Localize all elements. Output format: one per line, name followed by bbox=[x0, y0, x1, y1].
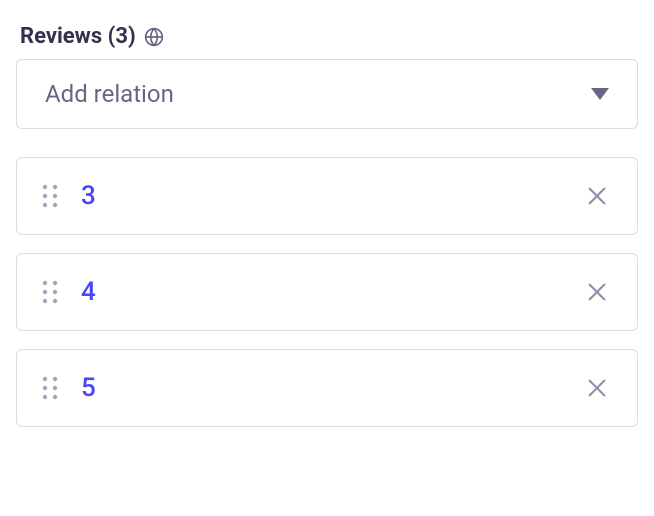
relation-item: 5 bbox=[16, 349, 638, 427]
close-icon bbox=[585, 280, 609, 304]
drag-handle-icon[interactable] bbox=[41, 183, 59, 209]
globe-icon bbox=[144, 27, 164, 47]
relation-item: 3 bbox=[16, 157, 638, 235]
relation-link[interactable]: 4 bbox=[81, 277, 581, 307]
close-icon bbox=[585, 376, 609, 400]
add-relation-combobox[interactable]: Add relation bbox=[16, 59, 638, 129]
caret-down-icon bbox=[591, 88, 609, 100]
remove-relation-button[interactable] bbox=[581, 276, 613, 308]
remove-relation-button[interactable] bbox=[581, 180, 613, 212]
relation-link[interactable]: 5 bbox=[81, 373, 581, 403]
field-label-text: Reviews (3) bbox=[20, 24, 136, 49]
field-label: Reviews (3) bbox=[16, 24, 638, 49]
remove-relation-button[interactable] bbox=[581, 372, 613, 404]
drag-handle-icon[interactable] bbox=[41, 279, 59, 305]
relation-link[interactable]: 3 bbox=[81, 181, 581, 211]
relation-item: 4 bbox=[16, 253, 638, 331]
close-icon bbox=[585, 184, 609, 208]
drag-handle-icon[interactable] bbox=[41, 375, 59, 401]
combobox-placeholder: Add relation bbox=[45, 80, 174, 108]
